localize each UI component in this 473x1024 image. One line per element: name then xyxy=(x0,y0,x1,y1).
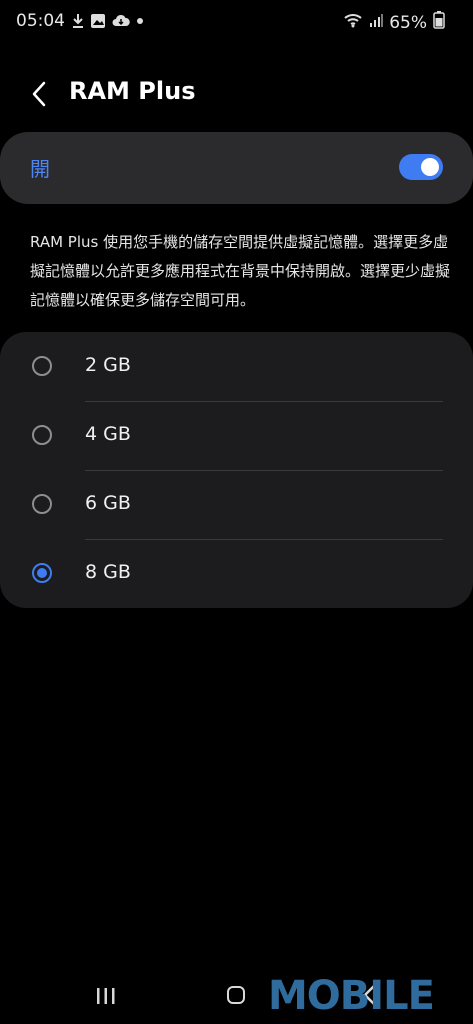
option-label: 8 GB xyxy=(85,561,131,583)
radio-button[interactable] xyxy=(32,494,52,514)
option-label: 4 GB xyxy=(85,423,131,445)
option-6gb[interactable]: 6 GB xyxy=(0,470,473,539)
recents-icon[interactable] xyxy=(95,986,117,1010)
option-4gb[interactable]: 4 GB xyxy=(0,401,473,470)
option-2gb[interactable]: 2 GB xyxy=(0,332,473,401)
home-icon[interactable] xyxy=(227,986,245,1004)
battery-icon xyxy=(433,11,445,34)
master-toggle-row[interactable]: 開 xyxy=(0,132,473,204)
chevron-left-icon xyxy=(32,81,46,107)
ram-size-options: 2 GB 4 GB 6 GB 8 GB xyxy=(0,332,473,608)
switch-knob xyxy=(421,158,439,176)
page-title: RAM Plus xyxy=(69,77,196,105)
download-icon xyxy=(72,13,84,33)
option-8gb[interactable]: 8 GB xyxy=(0,539,473,608)
ram-plus-switch[interactable] xyxy=(399,154,443,180)
toggle-label: 開 xyxy=(30,157,50,181)
watermark-logo: MOBILE xyxy=(268,973,435,1019)
status-right: 65% xyxy=(343,11,445,34)
back-button[interactable] xyxy=(26,78,56,110)
status-bar: 05:04 65% xyxy=(0,0,473,46)
wifi-icon xyxy=(343,12,363,33)
battery-text: 65% xyxy=(389,12,427,33)
status-time: 05:04 xyxy=(16,11,65,31)
option-label: 2 GB xyxy=(85,354,131,376)
image-icon xyxy=(90,13,106,33)
radio-button[interactable] xyxy=(32,356,52,376)
radio-button[interactable] xyxy=(32,425,52,445)
description-text: RAM Plus 使用您手機的儲存空間提供虛擬記憶體。選擇更多虛擬記憶體以允許更… xyxy=(30,233,451,309)
cloud-icon xyxy=(112,13,130,33)
app-header: RAM Plus xyxy=(0,70,473,118)
radio-button-selected[interactable] xyxy=(32,563,52,583)
dot-icon xyxy=(136,13,144,33)
option-label: 6 GB xyxy=(85,492,131,514)
signal-icon xyxy=(369,12,384,33)
notification-icons xyxy=(72,13,144,33)
